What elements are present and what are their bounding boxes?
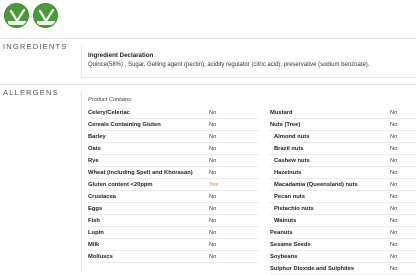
- allergen-name: Brazil nuts: [274, 146, 304, 152]
- allergen-value: No: [390, 122, 398, 128]
- allergen-value: No: [390, 158, 398, 164]
- allergen-name: Cashew nuts: [274, 158, 310, 164]
- allergen-value: No: [209, 134, 217, 140]
- allergen-row: Nuts (Tree) No: [270, 119, 416, 131]
- allergen-value: No: [209, 146, 217, 152]
- allergen-name: Sesame Seeds: [270, 242, 311, 248]
- allergen-row: Fish No: [88, 215, 258, 227]
- allergen-value: No: [390, 266, 398, 272]
- allergen-name: Nuts (Tree): [270, 122, 301, 128]
- allergen-name: Lupin: [88, 230, 104, 236]
- allergen-value: No: [209, 170, 217, 176]
- allergen-name: Sulphur Dioxide and Sulphites: [270, 266, 355, 272]
- allergens-panel: Product Contains: Celery/Celeriac No Cerea…: [81, 91, 416, 275]
- allergen-value: No: [209, 122, 217, 128]
- allergen-name: Wheat (including Spelt and Khorasan): [88, 170, 193, 176]
- allergen-row: Celery/Celeriac No: [88, 107, 258, 119]
- allergen-row: Soybeans No: [270, 251, 416, 263]
- allergen-name: Molluscs: [88, 254, 113, 260]
- allergen-row: Gluten content <20ppm Yes: [88, 179, 258, 191]
- allergen-row: Cereals Containing Gluten No: [88, 119, 258, 131]
- allergen-row: Cashew nuts No: [270, 155, 416, 167]
- diet-badges: [4, 3, 58, 28]
- allergen-row: Peanuts No: [270, 227, 416, 239]
- allergen-row: Molluscs No: [88, 251, 258, 263]
- allergen-value: No: [390, 182, 398, 188]
- allergen-name: Soybeans: [270, 254, 298, 260]
- allergen-name: Celery/Celeriac: [88, 110, 130, 116]
- allergen-value: No: [209, 218, 217, 224]
- allergen-name: Milk: [88, 242, 100, 248]
- allergen-row: Macadamia (Queensland) nuts No: [270, 179, 416, 191]
- allergen-row: Pistachio nuts No: [270, 203, 416, 215]
- suitable-for-vegans-badge-icon: [33, 3, 58, 28]
- product-contains-label: Product Contains:: [88, 97, 133, 103]
- allergen-row: Hazelnuts No: [270, 167, 416, 179]
- allergen-row: Brazil nuts No: [270, 143, 416, 155]
- allergen-name: Rye: [88, 158, 99, 164]
- allergens-right-column: Mustard No Nuts (Tree) No Almond nuts No Brazi…: [270, 107, 416, 275]
- allergen-row: Eggs No: [88, 203, 258, 215]
- allergen-name: Macadamia (Queensland) nuts: [274, 182, 358, 188]
- allergen-value: No: [390, 218, 398, 224]
- allergen-name: Hazelnuts: [274, 170, 302, 176]
- ingredients-section-label: INGREDIENTS: [3, 42, 68, 51]
- allergen-value: No: [390, 206, 398, 212]
- allergen-value: Yes: [209, 182, 219, 188]
- allergen-value: No: [390, 146, 398, 152]
- ingredient-declaration-text: Quince(58%) , Sugar, Gelling agent (pect…: [88, 62, 370, 68]
- allergen-name: Walnuts: [274, 218, 297, 224]
- allergen-row: Mustard No: [270, 107, 416, 119]
- allergen-value: No: [390, 134, 398, 140]
- divider: [0, 84, 416, 85]
- allergen-row: Lupin No: [88, 227, 258, 239]
- allergen-row: Crustacea No: [88, 191, 258, 203]
- allergen-row: Pecan nuts No: [270, 191, 416, 203]
- allergen-name: Peanuts: [270, 230, 293, 236]
- allergen-value: No: [390, 242, 398, 248]
- allergen-name: Eggs: [88, 206, 103, 212]
- allergens-section-label: ALLERGENS: [3, 88, 59, 97]
- allergen-value: No: [390, 254, 398, 260]
- allergen-row: Wheat (including Spelt and Khorasan) No: [88, 167, 258, 179]
- allergen-value: No: [390, 230, 398, 236]
- allergen-value: No: [390, 194, 398, 200]
- allergen-value: No: [209, 254, 217, 260]
- allergen-row: Sulphur Dioxide and Sulphites No: [270, 263, 416, 275]
- allergen-value: No: [209, 110, 217, 116]
- allergen-row: Almond nuts No: [270, 131, 416, 143]
- allergen-name: Almond nuts: [274, 134, 310, 140]
- allergen-name: Mustard: [270, 110, 293, 116]
- allergen-row: Oats No: [88, 143, 258, 155]
- allergen-value: No: [390, 170, 398, 176]
- allergen-value: No: [209, 158, 217, 164]
- ingredient-declaration-title: Ingredient Declaration: [88, 52, 154, 59]
- allergen-row: Sesame Seeds No: [270, 239, 416, 251]
- allergen-name: Gluten content <20ppm: [88, 182, 153, 188]
- suitable-for-vegetarians-badge-icon: [4, 3, 29, 28]
- allergen-value: No: [209, 194, 217, 200]
- allergen-row: Barley No: [88, 131, 258, 143]
- allergen-name: Pecan nuts: [274, 194, 305, 200]
- allergen-value: No: [209, 242, 217, 248]
- allergen-value: No: [209, 206, 217, 212]
- allergen-value: No: [209, 230, 217, 236]
- allergen-row: Walnuts No: [270, 215, 416, 227]
- allergen-name: Pistachio nuts: [274, 206, 314, 212]
- allergen-name: Oats: [88, 146, 101, 152]
- allergen-row: Milk No: [88, 239, 258, 251]
- allergen-name: Fish: [88, 218, 100, 224]
- allergens-left-column: Celery/Celeriac No Cereals Containing Glut…: [88, 107, 258, 263]
- divider: [0, 38, 416, 39]
- allergen-value: No: [390, 110, 398, 116]
- allergen-name: Crustacea: [88, 194, 117, 200]
- allergen-row: Rye No: [88, 155, 258, 167]
- ingredient-declaration-panel: Ingredient Declaration Quince(58%) , Sug…: [81, 45, 416, 78]
- allergen-name: Barley: [88, 134, 106, 140]
- allergen-name: Cereals Containing Gluten: [88, 122, 161, 128]
